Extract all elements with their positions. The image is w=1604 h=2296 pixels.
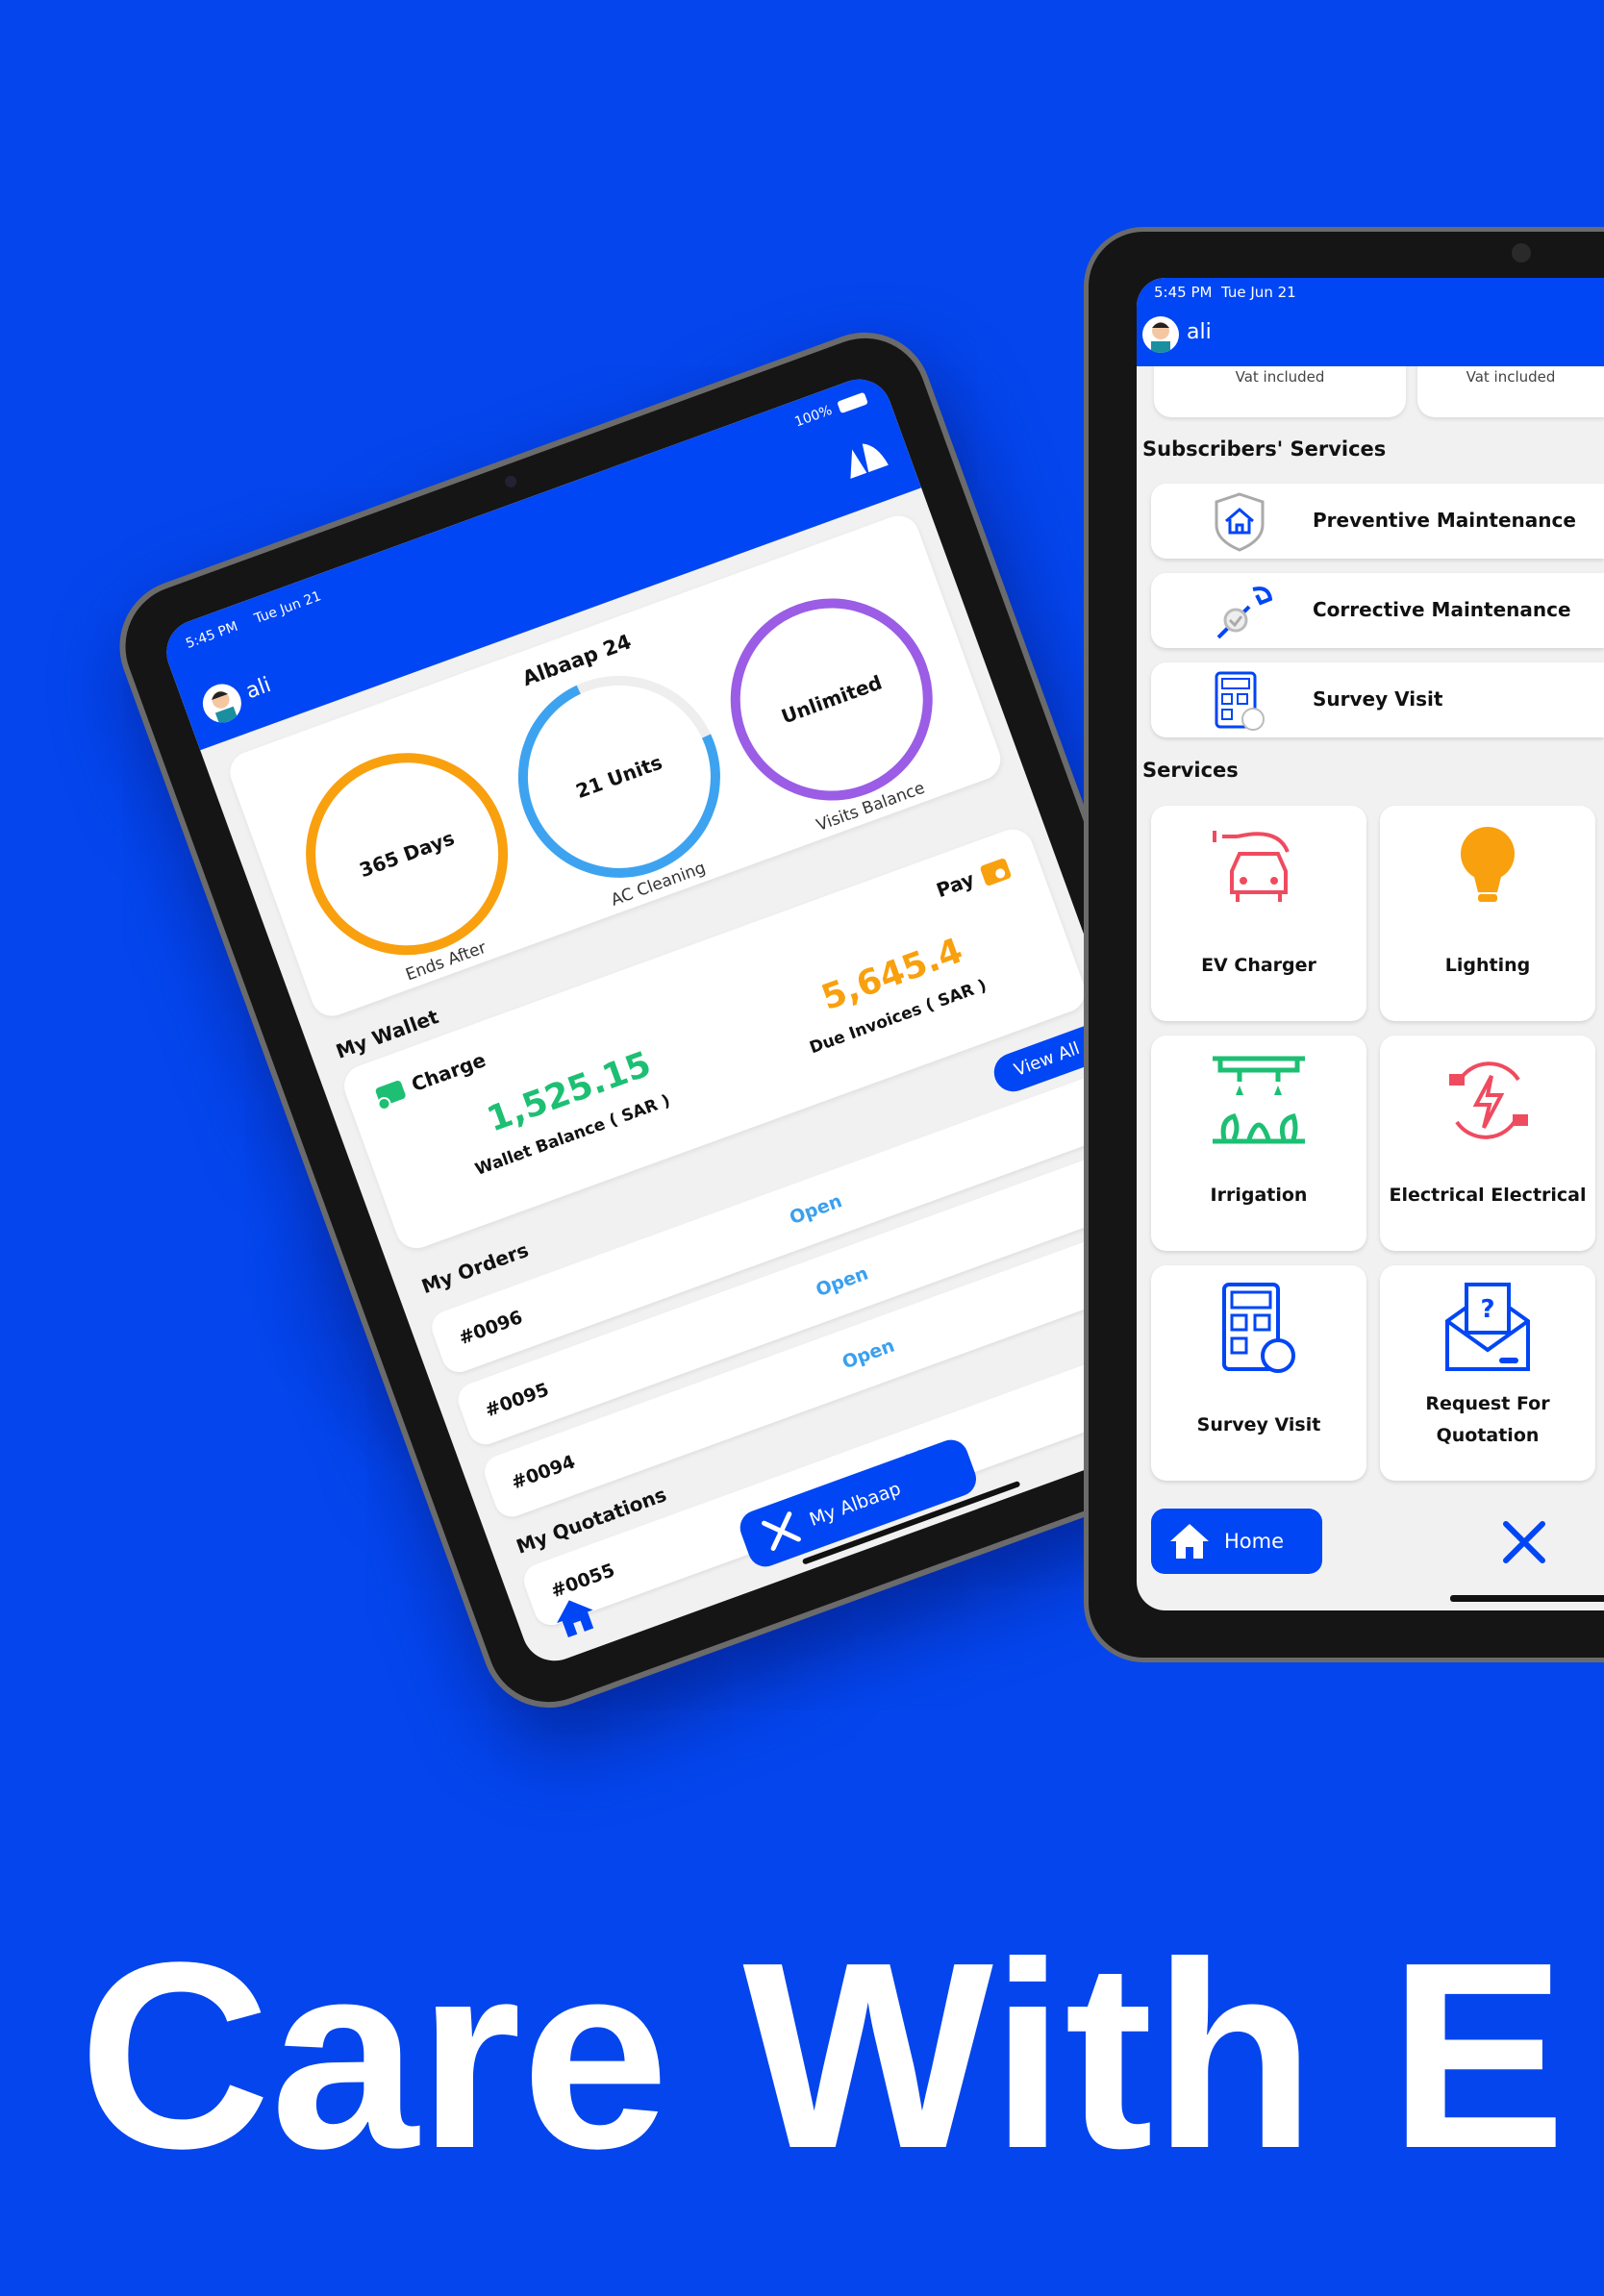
- tools-icon: [762, 1511, 801, 1552]
- right-screen: 5:45 PM Tue Jun 21 ali Vat included Vat …: [1137, 278, 1604, 1610]
- status-date: Tue Jun 21: [1221, 284, 1296, 301]
- service-label: Lighting: [1444, 955, 1531, 976]
- home-label: Home: [1224, 1530, 1285, 1553]
- home-indicator: [1450, 1595, 1604, 1602]
- wallet-add-icon: [375, 1080, 406, 1111]
- my-albaap-label: My Albaap: [806, 1478, 904, 1531]
- user-name: ali: [1187, 320, 1212, 344]
- vat-note: Vat included: [1235, 368, 1325, 386]
- battery-icon: [837, 391, 868, 414]
- service-label: Electrical Electrical: [1389, 1185, 1587, 1206]
- right-tablet: 5:45 PM Tue Jun 21 ali Vat included Vat …: [1084, 227, 1604, 1662]
- avatar[interactable]: [197, 678, 247, 729]
- order-id: #0096: [456, 1307, 526, 1350]
- corrective-maintenance-item[interactable]: Corrective Maintenance: [1151, 573, 1604, 648]
- service-label: Survey Visit: [1196, 1414, 1321, 1435]
- electrical-icon: [1449, 1061, 1528, 1139]
- vat-note: Vat included: [1466, 368, 1556, 386]
- shield-house-icon: [1215, 492, 1265, 552]
- service-label: EV Charger: [1201, 955, 1316, 976]
- camera: [503, 474, 518, 489]
- ring-value: Unlimited: [778, 670, 886, 729]
- request-quotation-tile[interactable]: ? Request For Quotation: [1380, 1265, 1595, 1481]
- preventive-maintenance-item[interactable]: Preventive Maintenance: [1151, 484, 1604, 559]
- app-header: 5:45 PM Tue Jun 21 ali: [1137, 278, 1604, 366]
- services-section-title: Services: [1142, 759, 1239, 782]
- charge-label: Charge: [408, 1048, 489, 1097]
- service-label: Irrigation: [1210, 1185, 1308, 1206]
- ring-value: 21 Units: [572, 750, 666, 804]
- wrench-check-icon: [1216, 586, 1273, 639]
- service-label: Corrective Maintenance: [1313, 598, 1571, 621]
- pay-label: Pay: [933, 867, 978, 903]
- status-date: Tue Jun 21: [252, 588, 324, 628]
- calculator-icon: [1215, 671, 1265, 731]
- order-status: Open: [839, 1335, 898, 1374]
- avatar[interactable]: [1142, 316, 1179, 353]
- electrical-tile[interactable]: Electrical Electrical: [1380, 1036, 1595, 1251]
- home-icon: [1170, 1524, 1209, 1559]
- quotation-envelope-icon: ?: [1445, 1283, 1530, 1371]
- svg-text:?: ?: [1480, 1295, 1494, 1324]
- camera: [1512, 243, 1531, 262]
- subscribers-section-title: Subscribers' Services: [1142, 437, 1387, 461]
- calculator-icon: [1222, 1283, 1295, 1373]
- lighting-tile[interactable]: Lighting: [1380, 806, 1595, 1021]
- status-time: 5:45 PM: [184, 618, 240, 653]
- charge-button[interactable]: Charge: [369, 1046, 489, 1111]
- albaap-logo-icon: [850, 443, 889, 479]
- ev-charger-tile[interactable]: EV Charger: [1151, 806, 1366, 1021]
- order-status: Open: [787, 1190, 845, 1230]
- status-time: 5:45 PM: [1154, 284, 1213, 301]
- survey-visit-tile[interactable]: Survey Visit: [1151, 1265, 1366, 1481]
- service-label: Request For Quotation: [1425, 1393, 1550, 1446]
- wallet-pay-icon: [980, 858, 1012, 886]
- user-name: ali: [242, 673, 275, 705]
- irrigation-icon: [1213, 1056, 1305, 1144]
- tools-nav-icon[interactable]: [1500, 1518, 1548, 1566]
- survey-visit-item[interactable]: Survey Visit: [1151, 662, 1604, 737]
- service-label: Survey Visit: [1313, 687, 1443, 711]
- bulb-icon: [1461, 827, 1515, 902]
- irrigation-tile[interactable]: Irrigation: [1151, 1036, 1366, 1251]
- ev-charger-icon: [1213, 831, 1290, 902]
- service-label: Preventive Maintenance: [1313, 509, 1576, 532]
- order-id: #0094: [508, 1451, 579, 1494]
- ring-value: 365 Days: [356, 826, 458, 883]
- order-status: Open: [813, 1262, 871, 1302]
- headline: Care With E: [79, 1908, 1566, 2204]
- home-nav-button[interactable]: Home: [1151, 1509, 1322, 1574]
- order-id: #0095: [482, 1379, 552, 1422]
- pay-button[interactable]: Pay: [932, 852, 1014, 906]
- battery-percent: 100%: [792, 402, 835, 431]
